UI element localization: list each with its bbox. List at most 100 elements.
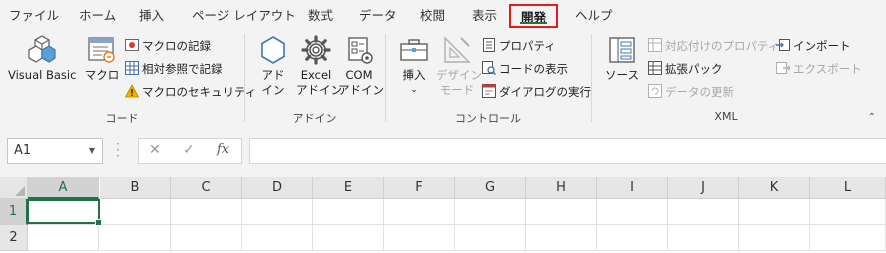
macro-button[interactable]: マクロ [84,34,120,83]
column-header-h[interactable]: H [526,177,597,199]
record-macro-button[interactable]: マクロの記録 [125,36,211,56]
cell-c2[interactable] [171,225,242,251]
macro-label: マクロ [84,68,120,82]
expansion-packs-label: 拡張パック [665,62,723,76]
name-box[interactable]: A1 ▼ [7,138,103,164]
cell-j1[interactable] [668,199,739,225]
column-header-e[interactable]: E [313,177,384,199]
cell-k1[interactable] [739,199,810,225]
properties-button[interactable]: プロパティ [482,36,556,56]
gear-icon [301,35,331,65]
cell-f1[interactable] [384,199,455,225]
map-properties-button[interactable]: 対応付けのプロパティ [648,36,779,56]
cell-j2[interactable] [668,225,739,251]
view-code-button[interactable]: コードの表示 [482,59,568,79]
design-mode-button[interactable]: デザイン モード [436,34,482,98]
macro-security-label: マクロのセキュリティ [142,85,257,99]
cell-g2[interactable] [455,225,526,251]
tab-home[interactable]: ホーム [79,7,116,25]
export-button[interactable]: エクスポート [776,59,862,79]
cell-a1[interactable] [28,199,99,225]
insert-control-label: 挿入 [402,68,426,82]
run-dialog-label: ダイアログの実行 [499,85,591,99]
expansion-packs-button[interactable]: 拡張パック [648,59,723,79]
chevron-down-icon[interactable]: ▼ [89,139,95,163]
column-header-b[interactable]: B [100,177,171,199]
cell-i2[interactable] [597,225,668,251]
column-header-k[interactable]: K [739,177,810,199]
collapse-ribbon-icon[interactable]: ⌃ [868,112,876,123]
worksheet-grid: ABCDEFGHIJKL 12 [0,177,886,253]
tab-developer[interactable]: 開発 [509,4,559,28]
enter-icon[interactable]: ✓ [183,142,195,158]
cell-b1[interactable] [100,199,171,225]
cell-g1[interactable] [455,199,526,225]
refresh-data-icon [648,84,662,98]
formula-input[interactable] [249,138,886,164]
column-header-g[interactable]: G [455,177,526,199]
group-divider [244,34,245,122]
insert-function-icon[interactable]: fx [217,142,229,157]
record-macro-icon [125,39,139,51]
design-mode-label-1: デザイン [436,68,482,82]
cell-f2[interactable] [384,225,455,251]
cell-h2[interactable] [526,225,597,251]
design-mode-label-2: モード [439,83,475,97]
tab-review[interactable]: 校閲 [420,7,445,25]
xml-source-icon [609,37,635,63]
column-header-c[interactable]: C [171,177,242,199]
resize-handle-icon[interactable]: · · · [116,138,120,162]
design-mode-icon [444,36,471,63]
map-properties-label: 対応付けのプロパティ [665,39,780,53]
import-button[interactable]: インポート [776,36,851,56]
cell-a2[interactable] [28,225,99,251]
addins-button[interactable]: アド イン [255,34,291,98]
run-dialog-button[interactable]: ダイアログの実行 [482,82,591,102]
tab-view[interactable]: 表示 [472,7,497,25]
cell-k2[interactable] [739,225,810,251]
warning-icon [125,84,139,98]
cell-i1[interactable] [597,199,668,225]
cell-e2[interactable] [313,225,384,251]
formula-buttons: ✕ ✓ fx [138,138,242,164]
macro-security-button[interactable]: マクロのセキュリティ [125,82,256,102]
visual-basic-label: Visual Basic [8,68,77,82]
com-addins-button[interactable]: COM アドイン [338,34,384,98]
ribbon-tab-bar: ファイル ホーム 挿入 ページ レイアウト 数式 データ 校閲 表示 開発 ヘル… [0,0,886,30]
tab-insert[interactable]: 挿入 [139,7,164,25]
export-icon [776,62,790,74]
column-header-i[interactable]: I [597,177,668,199]
excel-addins-button[interactable]: Excel アドイン [296,34,342,98]
column-header-l[interactable]: L [810,177,886,199]
column-header-a[interactable]: A [28,177,99,199]
toolbox-icon [400,39,428,61]
select-all-button[interactable] [0,177,28,199]
visual-basic-button[interactable]: Visual Basic [8,34,76,83]
column-header-d[interactable]: D [242,177,313,199]
cell-d2[interactable] [242,225,313,251]
cell-c1[interactable] [171,199,242,225]
tab-data[interactable]: データ [359,7,397,25]
cell-b2[interactable] [100,225,171,251]
relative-ref-button[interactable]: 相対参照で記録 [125,59,223,79]
tab-file[interactable]: ファイル [9,7,59,25]
row-header-2[interactable]: 2 [0,225,28,251]
cell-e1[interactable] [313,199,384,225]
tab-page-layout[interactable]: ページ レイアウト [192,7,296,25]
macro-icon [88,37,115,63]
cell-h1[interactable] [526,199,597,225]
cell-l1[interactable] [810,199,886,225]
column-header-j[interactable]: J [668,177,739,199]
tab-help[interactable]: ヘルプ [575,7,613,25]
row-header-1[interactable]: 1 [0,199,28,225]
excel-addins-label-2: アドイン [296,83,342,97]
column-header-f[interactable]: F [384,177,455,199]
cell-l2[interactable] [810,225,886,251]
xml-source-button[interactable]: ソース [602,34,642,83]
refresh-data-button[interactable]: データの更新 [648,82,734,102]
cell-d1[interactable] [242,199,313,225]
export-label: エクスポート [793,62,862,76]
tab-formulas[interactable]: 数式 [308,7,333,25]
insert-control-button[interactable]: 挿入 ⌄ [396,34,432,98]
cancel-icon[interactable]: ✕ [149,142,161,158]
